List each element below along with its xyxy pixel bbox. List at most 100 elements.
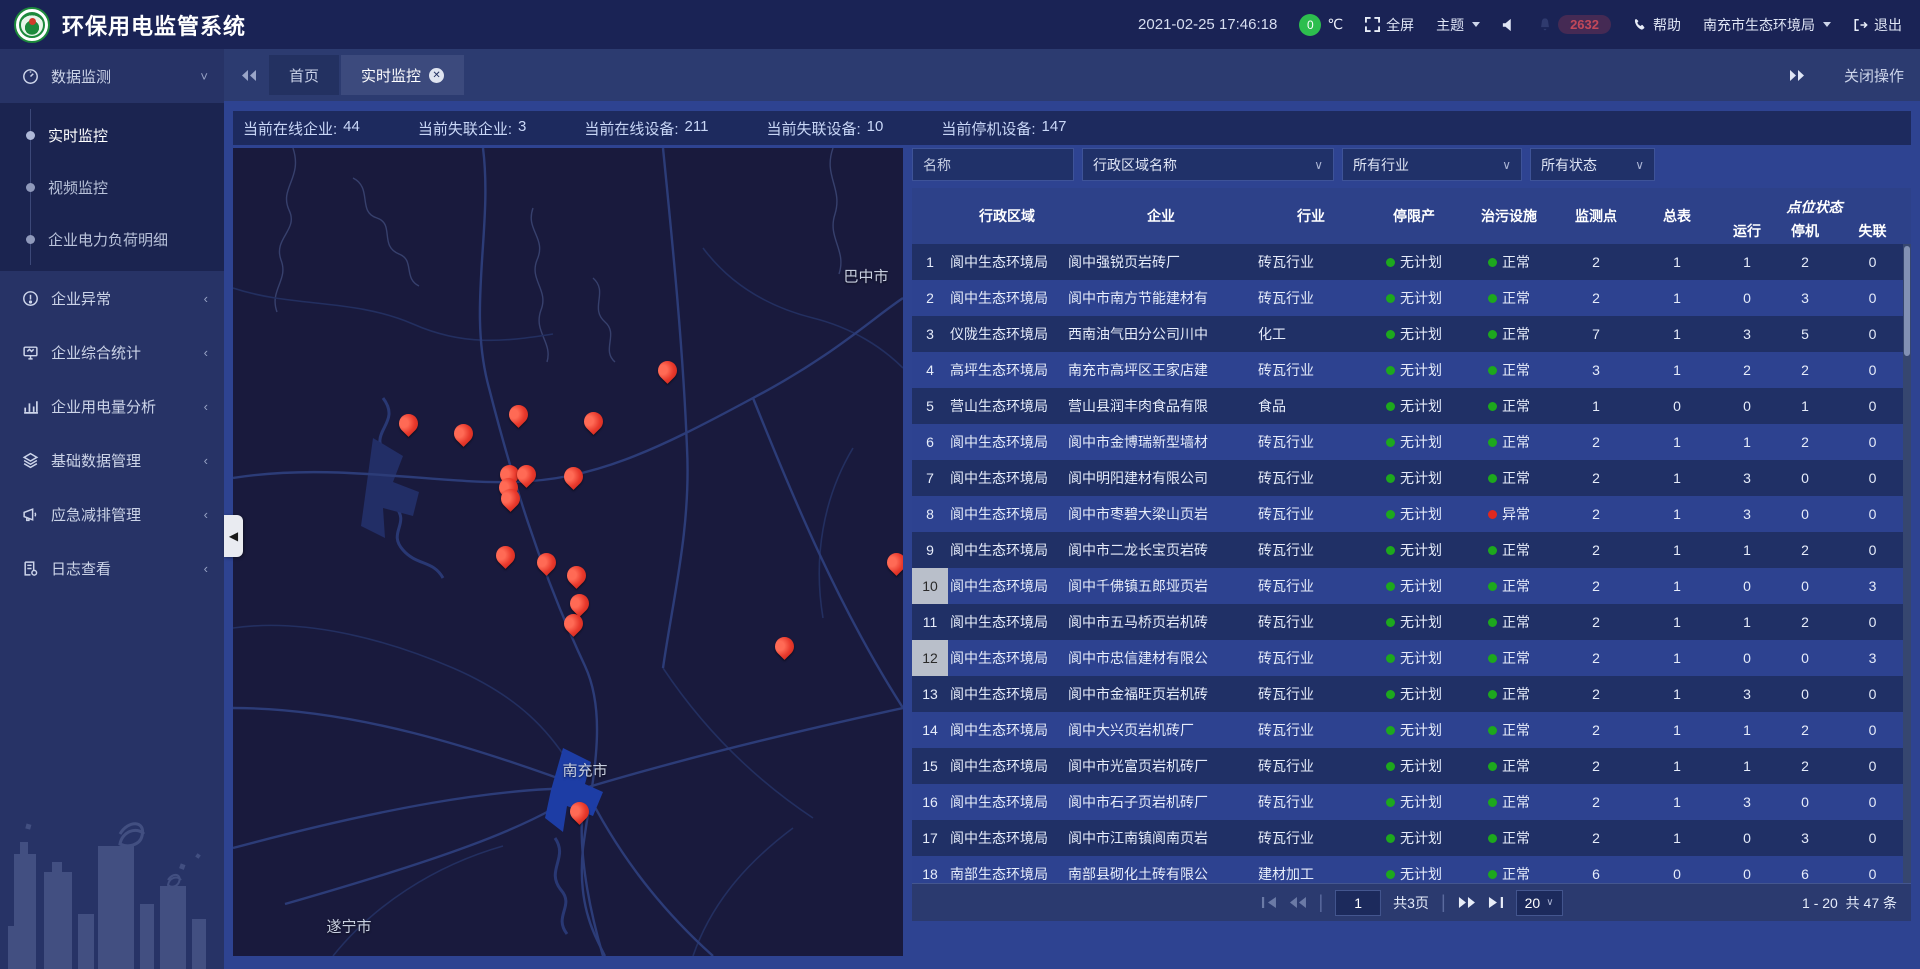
cell-industry: 砖瓦行业 — [1256, 504, 1366, 524]
prev-page-button[interactable] — [1288, 896, 1306, 909]
table-row[interactable]: 8 阆中生态环境局 阆中市枣碧大梁山页岩 砖瓦行业 无计划 异常 — [912, 496, 1911, 532]
stats-bar: 当前在线企业: 44 当前失联企业: 3 当前在线设备: 211 当前失联设备:… — [233, 111, 1911, 145]
status-dot-icon — [1488, 474, 1497, 483]
cell-points: 2 — [1556, 506, 1636, 522]
page-size-select[interactable]: 20∨ — [1516, 890, 1563, 916]
cell-points: 2 — [1556, 686, 1636, 702]
table-row[interactable]: 5 营山生态环境局 营山县润丰肉食品有限 食品 无计划 正常 1 — [912, 388, 1911, 424]
table-row[interactable]: 16 阆中生态环境局 阆中市石子页岩机砖厂 砖瓦行业 无计划 正常 — [912, 784, 1911, 820]
submenu-item[interactable]: 视频监控 — [0, 161, 224, 213]
help-button[interactable]: 帮助 — [1633, 15, 1681, 35]
sidebar-item-power-analysis[interactable]: 企业用电量分析 ‹ — [0, 379, 224, 433]
table-row[interactable]: 6 阆中生态环境局 阆中市金博瑞新型墙材 砖瓦行业 无计划 正常 — [912, 424, 1911, 460]
table-row[interactable]: 18 南部生态环境局 南部县砌化土砖有限公 建材加工 无计划 正常 — [912, 856, 1911, 883]
status-dot-icon — [1488, 870, 1497, 879]
cell-run: 3 — [1718, 506, 1776, 522]
status-select[interactable]: 所有状态∨ — [1530, 148, 1655, 181]
table-row[interactable]: 13 阆中生态环境局 阆中市金福旺页岩机砖 砖瓦行业 无计划 正常 — [912, 676, 1911, 712]
cell-stop: 0 — [1776, 794, 1834, 810]
notifications[interactable]: 2632 — [1538, 15, 1611, 34]
speaker-icon[interactable] — [1502, 18, 1516, 32]
cell-run: 0 — [1718, 290, 1776, 306]
phone-icon — [1633, 18, 1647, 32]
tabs-scroll-right-button[interactable] — [1777, 69, 1818, 82]
exit-button[interactable]: 退出 — [1853, 15, 1902, 35]
table-row[interactable]: 4 高坪生态环境局 南充市高坪区王家店建 砖瓦行业 无计划 正常 — [912, 352, 1911, 388]
cell-run: 1 — [1718, 434, 1776, 450]
cell-lost: 0 — [1834, 758, 1911, 774]
table-row[interactable]: 14 阆中生态环境局 阆中大兴页岩机砖厂 砖瓦行业 无计划 正常 — [912, 712, 1911, 748]
table-row[interactable]: 11 阆中生态环境局 阆中市五马桥页岩机砖 砖瓦行业 无计划 正常 — [912, 604, 1911, 640]
status-dot-icon — [1386, 726, 1395, 735]
table-row[interactable]: 1 阆中生态环境局 阆中强锐页岩砖厂 砖瓦行业 无计划 正常 2 — [912, 244, 1911, 280]
submenu-item[interactable]: 实时监控 — [0, 109, 224, 161]
sidebar: 数据监测 ˅ 实时监控 视频监控 企业电力负荷明细 企业异常 ‹ — [0, 49, 224, 969]
table-row[interactable]: 7 阆中生态环境局 阆中明阳建材有限公司 砖瓦行业 无计划 正常 — [912, 460, 1911, 496]
org-dropdown[interactable]: 南充市生态环境局 — [1703, 15, 1831, 35]
table-row[interactable]: 3 仪陇生态环境局 西南油气田分公司川中 化工 无计划 正常 7 — [912, 316, 1911, 352]
cell-region: 阆中生态环境局 — [948, 576, 1066, 596]
cell-region: 高坪生态环境局 — [948, 360, 1066, 380]
table-row[interactable]: 10 阆中生态环境局 阆中千佛镇五郎垭页岩 砖瓦行业 无计划 正常 — [912, 568, 1911, 604]
temperature-badge: 0 — [1299, 14, 1321, 36]
sidebar-item-base-data[interactable]: 基础数据管理 ‹ — [0, 433, 224, 487]
cell-region: 阆中生态环境局 — [948, 504, 1066, 524]
cell-facility-status: 异常 — [1462, 504, 1556, 524]
cell-points: 2 — [1556, 542, 1636, 558]
cell-run: 1 — [1718, 542, 1776, 558]
table-row[interactable]: 9 阆中生态环境局 阆中市二龙长宝页岩砖 砖瓦行业 无计划 正常 — [912, 532, 1911, 568]
region-select[interactable]: 行政区域名称∨ — [1082, 148, 1334, 181]
chevron-left-icon: ‹ — [204, 345, 208, 360]
status-dot-icon — [1386, 294, 1395, 303]
sidebar-item-enterprise-stats[interactable]: 企业综合统计 ‹ — [0, 325, 224, 379]
sidebar-item-logs[interactable]: 日志查看 ‹ — [0, 541, 224, 595]
sidebar-item-data-monitor[interactable]: 数据监测 ˅ — [0, 49, 224, 103]
table-row[interactable]: 2 阆中生态环境局 阆中市南方节能建材有 砖瓦行业 无计划 正常 — [912, 280, 1911, 316]
cell-region: 阆中生态环境局 — [948, 720, 1066, 740]
close-operations-button[interactable]: 关闭操作 — [1844, 65, 1904, 86]
table-row[interactable]: 17 阆中生态环境局 阆中市江南镇阆南页岩 砖瓦行业 无计划 正常 — [912, 820, 1911, 856]
map[interactable]: 巴中市 南充市 遂宁市 — [233, 148, 903, 956]
fullscreen-icon — [1365, 17, 1380, 32]
status-dot-icon — [1488, 510, 1497, 519]
status-dot-icon — [1488, 438, 1497, 447]
theme-dropdown[interactable]: 主题 — [1436, 15, 1480, 35]
next-page-button[interactable] — [1458, 896, 1476, 909]
cell-meter: 1 — [1636, 290, 1718, 306]
cell-facility-status: 正常 — [1462, 576, 1556, 596]
cell-company: 阆中市南方节能建材有 — [1066, 288, 1256, 308]
alert-circle-icon — [22, 290, 39, 307]
cell-meter: 1 — [1636, 470, 1718, 486]
close-tab-icon[interactable]: ✕ — [429, 68, 444, 83]
chevron-left-icon: ‹ — [204, 507, 208, 522]
cell-points: 2 — [1556, 290, 1636, 306]
sidebar-item-enterprise-abnormal[interactable]: 企业异常 ‹ — [0, 271, 224, 325]
name-search-input[interactable] — [912, 148, 1074, 181]
cell-company: 阆中强锐页岩砖厂 — [1066, 252, 1256, 272]
industry-select[interactable]: 所有行业∨ — [1342, 148, 1522, 181]
map-city-label: 遂宁市 — [326, 916, 371, 937]
app-header: 环保用电监管系统 2021-02-25 17:46:18 0 ℃ 全屏 主题 2… — [0, 0, 1920, 49]
sidebar-item-emergency[interactable]: 应急减排管理 ‹ — [0, 487, 224, 541]
sidebar-collapse-handle[interactable]: ◀ — [224, 515, 243, 557]
table-row[interactable]: 15 阆中生态环境局 阆中市光富页岩机砖厂 砖瓦行业 无计划 正常 — [912, 748, 1911, 784]
bullet-dot-icon — [26, 183, 35, 192]
cell-facility-status: 正常 — [1462, 612, 1556, 632]
cell-lost: 0 — [1834, 722, 1911, 738]
fullscreen-button[interactable]: 全屏 — [1365, 15, 1414, 35]
tabs-scroll-left-button[interactable] — [228, 69, 269, 82]
page-number-input[interactable] — [1335, 890, 1381, 916]
scrollbar-thumb[interactable] — [1904, 246, 1910, 356]
last-page-button[interactable] — [1488, 896, 1504, 909]
tab-realtime-monitor[interactable]: 实时监控 ✕ — [341, 55, 464, 95]
submenu-item[interactable]: 企业电力负荷明细 — [0, 213, 224, 265]
table-scrollbar[interactable] — [1903, 244, 1911, 883]
cell-company: 南充市高坪区王家店建 — [1066, 360, 1256, 380]
tab-home[interactable]: 首页 — [269, 55, 339, 95]
cell-meter: 1 — [1636, 254, 1718, 270]
first-page-button[interactable] — [1260, 896, 1276, 909]
cell-facility-status: 正常 — [1462, 396, 1556, 416]
status-dot-icon — [1488, 402, 1497, 411]
cell-facility-status: 正常 — [1462, 864, 1556, 883]
table-row[interactable]: 12 阆中生态环境局 阆中市忠信建材有限公 砖瓦行业 无计划 正常 — [912, 640, 1911, 676]
